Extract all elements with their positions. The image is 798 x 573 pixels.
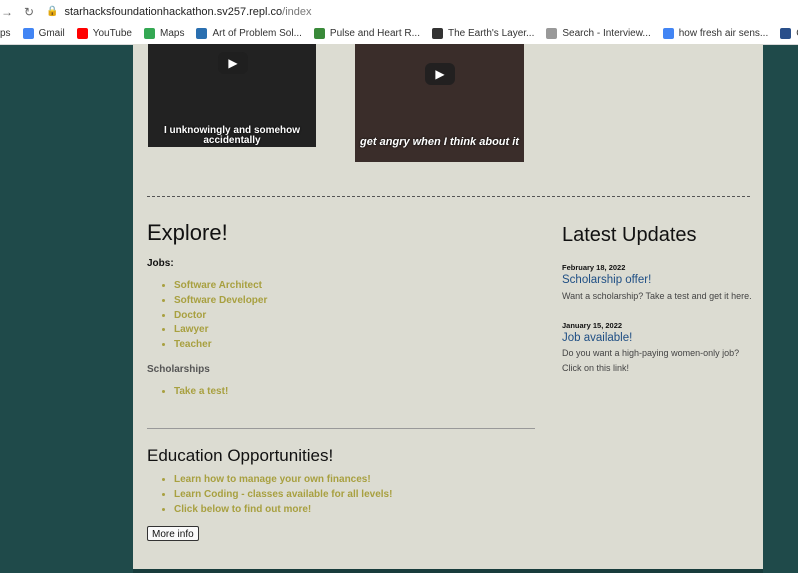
education-link[interactable]: Learn Coding - classes available for all… — [174, 488, 392, 503]
pulse-icon — [313, 28, 325, 39]
video-caption-2: get angry when I think about it — [360, 136, 519, 148]
bookmark-label: ps — [0, 28, 11, 39]
updates-heading: Latest Updates — [562, 224, 697, 246]
job-link[interactable]: Doctor — [174, 309, 267, 324]
job-link[interactable]: Lawyer — [174, 323, 267, 338]
bookmark-item[interactable]: Art of Problem Sol... — [196, 28, 302, 39]
scholarship-link[interactable]: Take a test! — [174, 385, 228, 400]
bookmark-item[interactable]: ps — [0, 28, 11, 39]
update-title-link[interactable]: Job available! — [562, 332, 632, 344]
education-heading: Education Opportunities! — [147, 446, 334, 465]
k-icon — [780, 28, 792, 39]
bookmark-label: Maps — [159, 28, 185, 39]
reload-icon[interactable]: ↻ — [22, 5, 36, 19]
update-date: February 18, 2022 — [562, 263, 626, 272]
bookmark-label: The Earth's Layer... — [447, 28, 535, 39]
bookmark-label: Search - Interview... — [562, 28, 651, 39]
jobs-list: Software ArchitectSoftware DeveloperDoct… — [147, 279, 267, 353]
scholarships-list: Take a test! — [147, 385, 228, 400]
page-content: ▶ I unknowingly and somehow accidentally… — [133, 44, 763, 570]
education-link[interactable]: Learn how to manage your own finances! — [174, 473, 392, 488]
update-text: Want a scholarship? Take a test and get … — [562, 291, 752, 301]
bookmark-item[interactable]: how fresh air sens... — [662, 28, 769, 39]
page-bottom-border — [133, 569, 763, 573]
bookmark-label: Art of Problem Sol... — [212, 28, 302, 39]
forward-arrow-icon[interactable]: → — [0, 5, 14, 19]
bookmark-label: Gmail — [38, 28, 65, 39]
job-link[interactable]: Teacher — [174, 338, 267, 353]
url-host: starhacksfoundationhackathon.sv257.repl.… — [64, 5, 283, 18]
video-caption-1: I unknowingly and somehow accidentally — [163, 125, 301, 146]
update-text: Do you want a high-paying women-only job… — [562, 348, 740, 373]
google-icon — [662, 28, 674, 39]
lock-icon[interactable]: 🔒 — [46, 6, 58, 17]
update-date: January 15, 2022 — [562, 321, 623, 330]
bookmark-label: how fresh air sens... — [678, 28, 769, 39]
bookmark-item[interactable]: Search - Interview... — [546, 28, 651, 39]
horizontal-rule — [147, 428, 535, 429]
bookmark-item[interactable]: Opioid Overdose... — [780, 28, 798, 39]
explore-heading: Explore! — [147, 220, 228, 245]
bookmark-label: Pulse and Heart R... — [329, 28, 420, 39]
video-embed-1[interactable]: ▶ I unknowingly and somehow accidentally — [148, 44, 316, 147]
jobs-label: Jobs: — [147, 258, 174, 269]
address-bar[interactable]: starhacksfoundationhackathon.sv257.repl.… — [64, 6, 311, 18]
maps-icon — [143, 28, 155, 39]
youtube-icon — [76, 28, 88, 39]
job-link[interactable]: Software Developer — [174, 294, 267, 309]
bookmarks-bar: ps Gmail YouTube Maps Art of Problem Sol... P… — [0, 23, 798, 45]
bookmark-item[interactable]: The Earth's Layer... — [431, 28, 535, 39]
education-list: Learn how to manage your own finances!Le… — [147, 473, 392, 517]
education-link[interactable]: Click below to find out more! — [174, 503, 392, 518]
scholarships-label: Scholarships — [147, 364, 210, 375]
globe-icon — [431, 28, 443, 39]
play-icon[interactable]: ▶ — [425, 63, 455, 85]
video-embed-2[interactable]: ▶ get angry when I think about it — [355, 44, 524, 162]
job-link[interactable]: Software Architect — [174, 279, 267, 294]
play-icon[interactable]: ▶ — [218, 52, 248, 74]
search-site-icon — [546, 28, 558, 39]
bookmark-label: YouTube — [92, 28, 132, 39]
bookmark-item[interactable]: YouTube — [76, 28, 132, 39]
more-info-button[interactable]: More info — [147, 526, 199, 541]
google-icon — [22, 28, 34, 39]
url-path: /index — [282, 5, 312, 18]
browser-toolbar: → ↻ 🔒 starhacksfoundationhackathon.sv257… — [0, 0, 798, 23]
bookmark-item[interactable]: Gmail — [22, 28, 65, 39]
bookmark-item[interactable]: Pulse and Heart R... — [313, 28, 420, 39]
section-divider — [147, 196, 750, 197]
update-title-link[interactable]: Scholarship offer! — [562, 274, 651, 286]
bookmark-item[interactable]: Maps — [143, 28, 185, 39]
aops-icon — [196, 28, 208, 39]
